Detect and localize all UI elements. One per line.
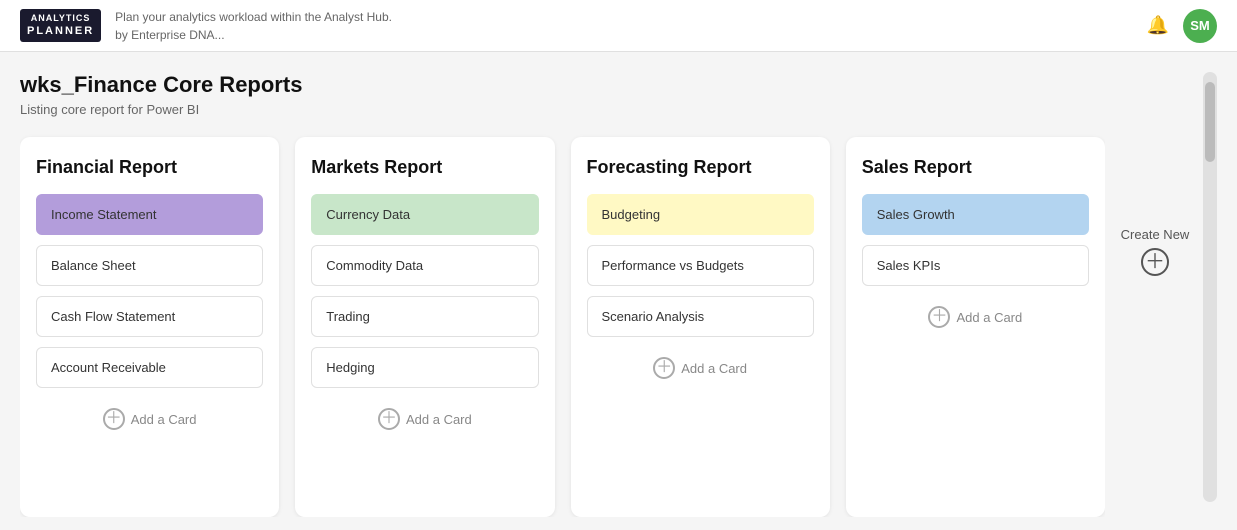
logo-line2: PLANNER bbox=[27, 24, 94, 38]
create-new-button[interactable]: ＋ bbox=[1141, 248, 1169, 276]
add-card-circle-icon: ＋ bbox=[653, 357, 675, 379]
header-left: ANALYTICS PLANNER Plan your analytics wo… bbox=[20, 8, 392, 44]
report-card-financial: Financial Report Income Statement Balance … bbox=[20, 137, 279, 517]
item-card-hedging[interactable]: Hedging bbox=[311, 347, 538, 388]
report-title-sales: Sales Report bbox=[862, 157, 1089, 178]
subtitle-line1: Plan your analytics workload within the … bbox=[115, 8, 392, 26]
main-content: wks_Finance Core Reports Listing core re… bbox=[0, 52, 1237, 517]
report-card-forecasting: Forecasting Report Budgeting Performance v… bbox=[571, 137, 830, 517]
item-card-commodity-data[interactable]: Commodity Data bbox=[311, 245, 538, 286]
subtitle-line2: by Enterprise DNA... bbox=[115, 26, 392, 44]
item-card-balance-sheet[interactable]: Balance Sheet bbox=[36, 245, 263, 286]
page-subtitle: Listing core report for Power BI bbox=[20, 102, 1105, 117]
report-card-markets: Markets Report Currency Data Commodity Dat… bbox=[295, 137, 554, 517]
create-new-area: Create New ＋ bbox=[1105, 72, 1195, 517]
item-card-sales-kpis[interactable]: Sales KPIs bbox=[862, 245, 1089, 286]
item-card-currency-data[interactable]: Currency Data bbox=[311, 194, 538, 235]
add-card-button-forecasting[interactable]: ＋ Add a Card bbox=[587, 347, 814, 389]
item-card-scenario-analysis[interactable]: Scenario Analysis bbox=[587, 296, 814, 337]
report-title-financial: Financial Report bbox=[36, 157, 263, 178]
add-card-label: Add a Card bbox=[681, 361, 747, 376]
logo: ANALYTICS PLANNER bbox=[20, 9, 101, 43]
report-title-markets: Markets Report bbox=[311, 157, 538, 178]
item-card-budgeting[interactable]: Budgeting bbox=[587, 194, 814, 235]
header-right: 🔔 SM bbox=[1147, 9, 1217, 43]
logo-line1: ANALYTICS bbox=[31, 13, 91, 25]
item-card-trading[interactable]: Trading bbox=[311, 296, 538, 337]
add-card-button-markets[interactable]: ＋ Add a Card bbox=[311, 398, 538, 440]
report-title-forecasting: Forecasting Report bbox=[587, 157, 814, 178]
cards-row: Financial Report Income Statement Balance … bbox=[20, 137, 1105, 517]
add-card-circle-icon: ＋ bbox=[378, 408, 400, 430]
item-card-sales-growth[interactable]: Sales Growth bbox=[862, 194, 1089, 235]
scrollbar-thumb[interactable] bbox=[1205, 82, 1215, 162]
add-card-button-sales[interactable]: ＋ Add a Card bbox=[862, 296, 1089, 338]
item-card-income-statement[interactable]: Income Statement bbox=[36, 194, 263, 235]
add-card-circle-icon: ＋ bbox=[928, 306, 950, 328]
add-card-label: Add a Card bbox=[956, 310, 1022, 325]
content-area: wks_Finance Core Reports Listing core re… bbox=[20, 72, 1105, 517]
add-card-label: Add a Card bbox=[131, 412, 197, 427]
item-card-performance-vs-budgets[interactable]: Performance vs Budgets bbox=[587, 245, 814, 286]
item-card-account-receivable[interactable]: Account Receivable bbox=[36, 347, 263, 388]
add-card-button-financial[interactable]: ＋ Add a Card bbox=[36, 398, 263, 440]
header-subtitle: Plan your analytics workload within the … bbox=[115, 8, 392, 44]
add-card-label: Add a Card bbox=[406, 412, 472, 427]
create-new-label: Create New bbox=[1121, 227, 1190, 242]
report-card-sales: Sales Report Sales Growth Sales KPIs ＋ Add a… bbox=[846, 137, 1105, 517]
avatar[interactable]: SM bbox=[1183, 9, 1217, 43]
add-card-circle-icon: ＋ bbox=[103, 408, 125, 430]
page-title: wks_Finance Core Reports bbox=[20, 72, 1105, 98]
item-card-cash-flow-statement[interactable]: Cash Flow Statement bbox=[36, 296, 263, 337]
notification-bell-icon[interactable]: 🔔 bbox=[1147, 15, 1169, 36]
scrollbar[interactable] bbox=[1203, 72, 1217, 502]
app-header: ANALYTICS PLANNER Plan your analytics wo… bbox=[0, 0, 1237, 52]
